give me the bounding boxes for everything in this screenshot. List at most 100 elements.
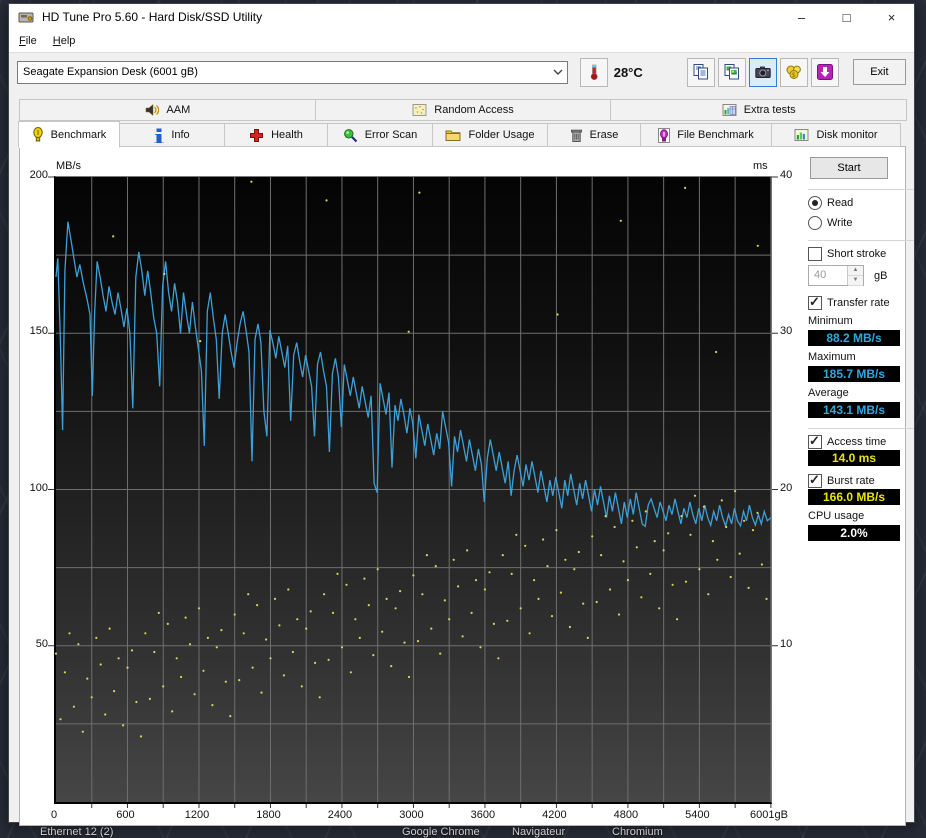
x-tick-label: 0 [50, 809, 58, 821]
right-axis-unit: ms [753, 160, 768, 172]
short-stroke-size-row: 40 ▲ ▼ gB [808, 265, 920, 286]
read-radio-circle[interactable] [808, 195, 822, 210]
transfer-rate-checkbox-box[interactable] [808, 294, 822, 310]
x-tick-label: 5400 [685, 809, 710, 821]
folder-icon [445, 130, 461, 141]
short-stroke-size-value: 40 [814, 269, 827, 281]
maximize-button[interactable]: □ [824, 4, 869, 30]
copy-image-button[interactable] [717, 57, 746, 87]
info-icon [154, 128, 164, 143]
camera-icon [755, 66, 771, 78]
read-radio-label: Read [827, 196, 854, 209]
average-value: 143.1 MB/s [808, 402, 900, 418]
toolbar-buttons: $ [686, 57, 839, 87]
x-tick-label: 600 [116, 809, 135, 821]
spinner-buttons: ▲ ▼ [847, 266, 863, 286]
access-time-label: Access time [827, 435, 887, 448]
short-stroke-checkbox[interactable]: Short stroke [808, 246, 920, 261]
download-button[interactable] [810, 57, 839, 87]
toolbar: Seagate Expansion Desk (6001 gB) 28°C $ … [9, 53, 914, 91]
transfer-rate-checkbox[interactable]: Transfer rate [808, 294, 920, 310]
copy-text-button[interactable] [686, 57, 715, 87]
minimize-button[interactable]: – [779, 4, 824, 30]
drive-select-value: Seagate Expansion Desk (6001 gB) [23, 66, 198, 78]
extra-tests-icon [722, 104, 737, 116]
access-time-checkbox[interactable]: Access time [808, 433, 920, 449]
write-radio[interactable]: Write [808, 215, 920, 230]
copy-text-icon [693, 64, 708, 80]
tab-folder-usage-label: Folder Usage [468, 129, 535, 141]
close-button[interactable]: × [869, 4, 914, 30]
desktop-label: Ethernet 12 (2) [40, 826, 114, 838]
tab-info[interactable]: Info [119, 123, 225, 147]
main-area: AAM Random Access Extra tests Benchmark [9, 91, 914, 826]
health-cross-icon [250, 128, 264, 142]
short-stroke-checkbox-box[interactable] [808, 246, 822, 261]
tab-random-access-label: Random Access [434, 104, 514, 116]
hdtune-window: HD Tune Pro 5.60 - Hard Disk/SSD Utility… [8, 3, 915, 826]
right-tick-label: 10 [780, 637, 793, 650]
short-stroke-size-input[interactable]: 40 ▲ ▼ [808, 265, 864, 286]
left-axis-unit: MB/s [56, 160, 82, 172]
tab-folder-usage[interactable]: Folder Usage [432, 123, 548, 147]
save-results-button[interactable]: $ [779, 57, 808, 87]
cpu-usage-label: CPU usage [808, 510, 865, 522]
menu-help[interactable]: Help [45, 32, 84, 50]
file-benchmark-bulb-icon [658, 127, 671, 143]
screenshot-button[interactable] [748, 57, 777, 87]
tab-benchmark-label: Benchmark [50, 128, 107, 141]
tab-aam[interactable]: AAM [19, 99, 316, 121]
tab-row-bottom: Benchmark Info Health Error Scan Folder … [18, 121, 906, 148]
tab-error-scan[interactable]: Error Scan [327, 123, 433, 147]
burst-rate-checkbox-box[interactable] [808, 472, 822, 488]
write-radio-circle[interactable] [808, 215, 822, 230]
x-tick-label: 2400 [327, 809, 353, 821]
chevron-down-icon[interactable] [549, 62, 567, 83]
tab-file-benchmark[interactable]: File Benchmark [640, 123, 772, 147]
start-button[interactable]: Start [810, 157, 888, 179]
tab-error-scan-label: Error Scan [364, 129, 418, 141]
tab-row-top: AAM Random Access Extra tests [19, 99, 908, 121]
random-access-icon [412, 104, 427, 116]
tab-disk-monitor-label: Disk monitor [816, 129, 878, 141]
x-tick-label: 4800 [613, 809, 639, 821]
x-tick-label: 1800 [256, 809, 281, 821]
x-tick-label: 6001gB [750, 809, 788, 821]
tab-erase[interactable]: Erase [547, 123, 641, 147]
temperature-value: 28°C [613, 64, 643, 80]
window-title: HD Tune Pro 5.60 - Hard Disk/SSD Utility [42, 10, 263, 24]
benchmark-side-panel: Start Read Write Short stroke 40 ▲ ▼ gB … [802, 147, 920, 541]
tab-extra-tests[interactable]: Extra tests [610, 99, 908, 121]
read-radio[interactable]: Read [808, 195, 920, 210]
benchmark-bulb-icon [32, 127, 43, 142]
burst-rate-checkbox[interactable]: Burst rate [808, 472, 920, 488]
maximum-label: Maximum [808, 351, 856, 363]
tab-benchmark[interactable]: Benchmark [18, 121, 120, 148]
speaker-icon [146, 103, 160, 117]
menu-file[interactable]: File [11, 32, 45, 50]
right-tick-label: 30 [780, 325, 793, 338]
left-tick-label: 200 [29, 169, 48, 181]
right-tick-label: 40 [780, 169, 793, 181]
trash-icon [570, 129, 582, 142]
copy-image-icon [724, 64, 739, 80]
temperature-button[interactable] [580, 57, 608, 87]
access-time-checkbox-box[interactable] [808, 433, 822, 449]
minimum-label: Minimum [808, 315, 853, 327]
title-bar: HD Tune Pro 5.60 - Hard Disk/SSD Utility… [9, 4, 914, 30]
access-time-value: 14.0 ms [808, 450, 900, 466]
error-scan-magnifier-icon [343, 128, 357, 142]
separator [808, 428, 914, 429]
maximum-value: 185.7 MB/s [808, 366, 900, 382]
tab-health[interactable]: Health [224, 123, 328, 147]
desktop-background: Ethernet 12 (2) Google Chrome Navigateur Ch… [0, 0, 926, 838]
burst-rate-value: 166.0 MB/s [808, 489, 900, 505]
tab-health-label: Health [271, 129, 303, 141]
tab-disk-monitor[interactable]: Disk monitor [771, 123, 901, 147]
drive-select[interactable]: Seagate Expansion Desk (6001 gB) [17, 60, 569, 84]
spinner-down-icon[interactable]: ▼ [848, 276, 863, 286]
desktop-label: Google Chrome [402, 826, 480, 838]
exit-button[interactable]: Exit [852, 59, 906, 85]
spinner-up-icon[interactable]: ▲ [848, 266, 863, 276]
tab-random-access[interactable]: Random Access [314, 99, 612, 121]
